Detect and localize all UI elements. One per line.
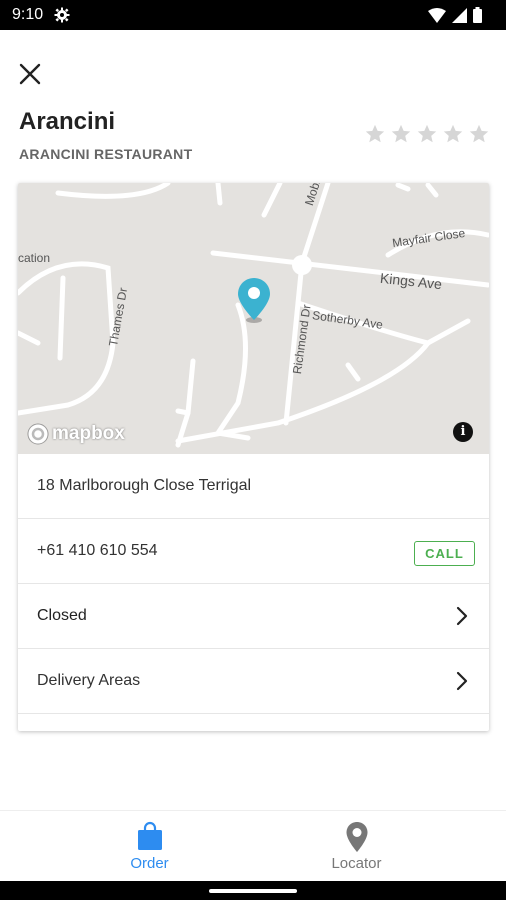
map-label-location: cation <box>18 251 51 265</box>
close-button[interactable] <box>16 60 44 88</box>
mapbox-icon <box>27 423 49 445</box>
phone-row: +61 410 610 554 CALL <box>18 519 489 584</box>
phone-text: +61 410 610 554 <box>37 542 158 559</box>
address-text: 18 Marlborough Close Terrigal <box>37 477 252 494</box>
star-icon[interactable] <box>390 123 412 145</box>
restaurant-card: Mobbs Rd Mayfair Close Kings Ave Thames … <box>18 183 489 731</box>
nav-label-locator: Locator <box>331 855 382 872</box>
hours-status: Closed <box>37 607 87 624</box>
delivery-areas-row[interactable]: Delivery Areas <box>18 649 489 714</box>
status-bar: 9:10 <box>0 0 506 30</box>
nav-item-locator[interactable]: Locator <box>230 811 483 882</box>
rating-stars[interactable] <box>364 123 490 145</box>
signal-icon <box>452 7 467 28</box>
mapbox-logo-text: mapbox <box>52 423 125 444</box>
star-icon[interactable] <box>364 123 386 145</box>
map-info-button[interactable]: i <box>453 422 473 442</box>
location-pin-marker[interactable] <box>236 276 272 329</box>
star-icon[interactable] <box>442 123 464 145</box>
address-row: 18 Marlborough Close Terrigal <box>18 454 489 519</box>
location-pin-icon <box>346 822 367 852</box>
star-icon[interactable] <box>416 123 438 145</box>
system-navigation-bar <box>0 881 506 900</box>
chevron-right-icon <box>455 670 469 697</box>
gear-icon <box>54 7 70 28</box>
shopping-bag-icon <box>137 821 162 850</box>
delivery-areas-label: Delivery Areas <box>37 672 141 689</box>
call-button[interactable]: CALL <box>414 541 475 566</box>
mapbox-logo: mapbox <box>26 422 125 446</box>
star-icon[interactable] <box>468 123 490 145</box>
home-handle[interactable] <box>209 889 297 893</box>
bottom-navigation: Order Locator <box>0 810 506 881</box>
wifi-icon <box>428 7 446 28</box>
map[interactable]: Mobbs Rd Mayfair Close Kings Ave Thames … <box>18 183 489 454</box>
status-time: 9:10 <box>12 6 44 23</box>
hours-row[interactable]: Closed <box>18 584 489 649</box>
restaurant-subtitle: ARANCINI RESTAURANT <box>19 146 193 162</box>
chevron-right-icon <box>455 605 469 632</box>
battery-icon <box>473 7 482 28</box>
close-icon <box>19 63 41 85</box>
restaurant-name: Arancini <box>19 108 116 135</box>
